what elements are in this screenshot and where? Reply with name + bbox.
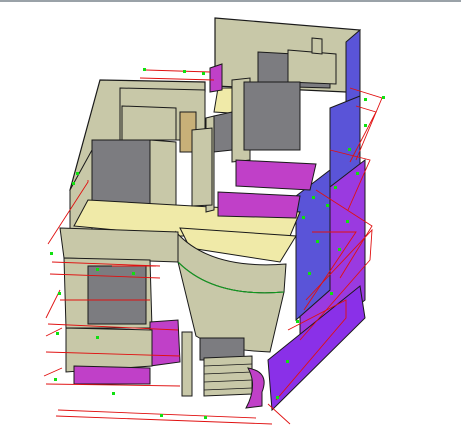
dim-left-4 [45, 289, 61, 319]
grip-14[interactable] [160, 414, 163, 417]
front-wall-lower [65, 327, 153, 373]
grip-1[interactable] [143, 68, 146, 71]
grip-7[interactable] [96, 268, 99, 271]
entry-stairs[interactable] [203, 355, 265, 409]
grip-4[interactable] [76, 172, 79, 175]
partition-e [191, 127, 213, 207]
grip-9[interactable] [58, 292, 61, 295]
dim-left-8 [43, 367, 63, 377]
left-room-column [149, 139, 177, 206]
front-left-wall [59, 227, 179, 263]
partition-d [243, 81, 301, 151]
dim-left-6 [45, 327, 63, 337]
front-column [181, 331, 193, 397]
front-left-dark [87, 265, 147, 325]
grip-30[interactable] [276, 396, 279, 399]
building-3d-model[interactable] [0, 2, 461, 436]
grip-24[interactable] [316, 240, 319, 243]
grip-28[interactable] [296, 320, 299, 323]
purple-room-lower [217, 191, 301, 219]
grip-20[interactable] [356, 172, 359, 175]
grip-27[interactable] [330, 292, 333, 295]
grip-32[interactable] [312, 196, 315, 199]
grip-31[interactable] [302, 216, 305, 219]
left-room-inner [121, 105, 177, 141]
partition-b [213, 111, 233, 153]
grip-2[interactable] [183, 70, 186, 73]
left-room-side-wall [91, 139, 151, 211]
dim-right-8 [267, 403, 291, 425]
grip-21[interactable] [334, 186, 337, 189]
purple-strip-top [209, 63, 223, 93]
purple-room-upper [235, 159, 317, 191]
grip-10[interactable] [56, 332, 59, 335]
grip-23[interactable] [346, 220, 349, 223]
grip-12[interactable] [54, 378, 57, 381]
grip-11[interactable] [96, 336, 99, 339]
tower-notch [311, 37, 323, 55]
grip-26[interactable] [308, 272, 311, 275]
grip-22[interactable] [326, 204, 329, 207]
front-purple-panel [149, 319, 181, 367]
grip-17[interactable] [382, 96, 385, 99]
cad-3d-viewport[interactable] [0, 2, 461, 436]
grip-18[interactable] [364, 124, 367, 127]
grip-3[interactable] [202, 72, 205, 75]
grip-5[interactable] [72, 182, 75, 185]
grip-13[interactable] [112, 392, 115, 395]
grip-8[interactable] [132, 272, 135, 275]
grip-6[interactable] [50, 252, 53, 255]
dim-top-b [139, 77, 215, 81]
grip-15[interactable] [204, 416, 207, 419]
front-base-purple [73, 365, 151, 385]
grip-16[interactable] [364, 98, 367, 101]
grip-19[interactable] [348, 148, 351, 151]
dim-top-a [145, 69, 211, 73]
grip-29[interactable] [286, 360, 289, 363]
grip-25[interactable] [338, 248, 341, 251]
tower-inner-wall [287, 49, 337, 85]
